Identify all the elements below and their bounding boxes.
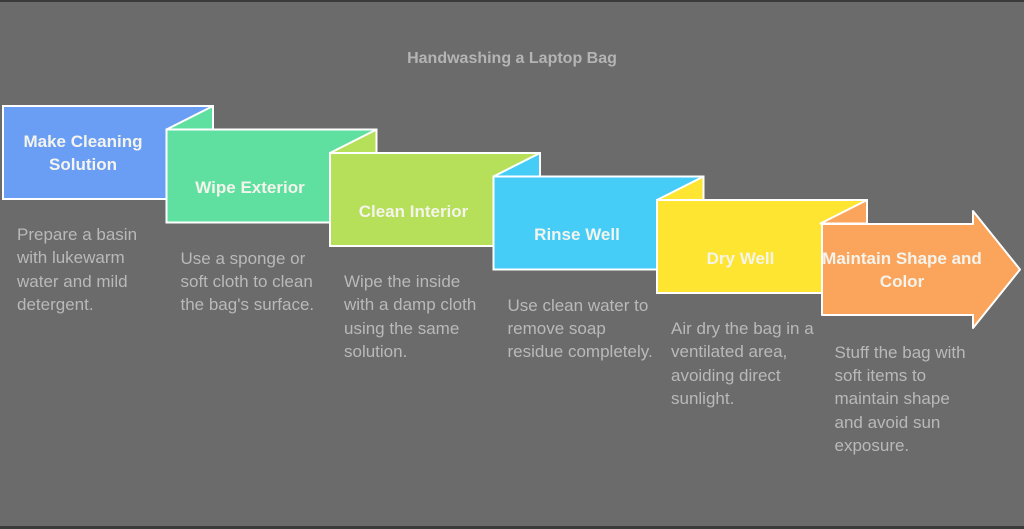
- step-label-4: Rinse Well: [534, 225, 620, 244]
- step-description-3: Wipe the inside with a damp cloth using …: [344, 272, 477, 362]
- step-label-6: Maintain Shape and Color: [822, 248, 982, 291]
- step-label-2: Wipe Exterior: [195, 178, 305, 197]
- step-label-5: Dry Well: [706, 248, 775, 268]
- step-label-3: Clean Interior: [358, 201, 469, 221]
- step-label-1: Make Cleaning Solution: [23, 131, 143, 174]
- step-description-6: Stuff the bag with soft items to maintai…: [834, 342, 966, 456]
- step-description-4: Use clean water to remove soap residue c…: [507, 295, 653, 362]
- step-description-2: Use a sponge or soft cloth to clean the …: [180, 248, 315, 315]
- step-description-1: Prepare a basin with lukewarm water and …: [17, 225, 138, 315]
- step-description-5: Air dry the bag in a ventilated area, av…: [671, 319, 814, 409]
